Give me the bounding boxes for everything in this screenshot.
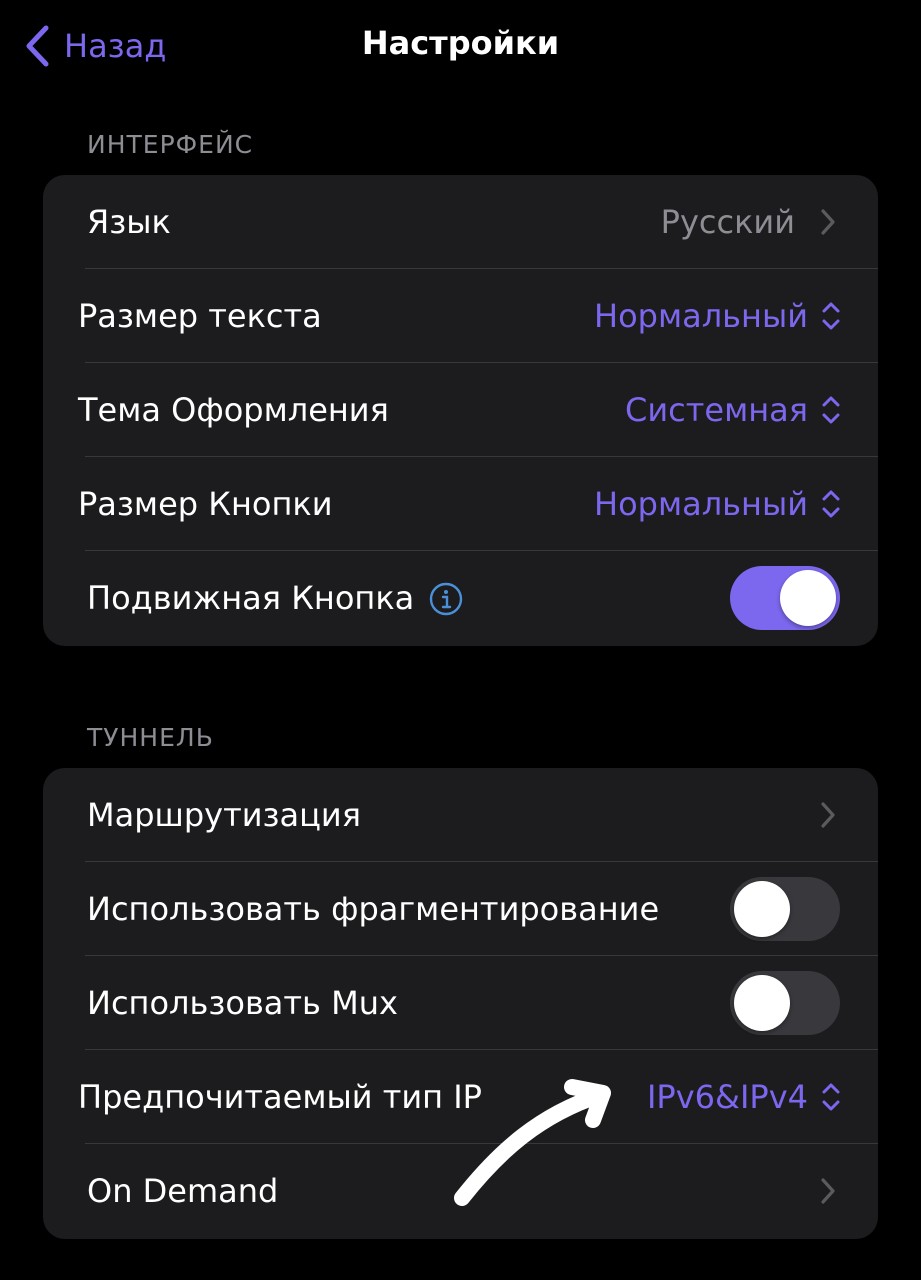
ip-type-label: Предпочитаемый тип IP <box>78 1078 482 1116</box>
button-size-value: Нормальный <box>594 485 808 523</box>
fragmentation-toggle[interactable] <box>730 877 840 941</box>
toggle-knob <box>734 881 790 937</box>
theme-label: Тема Оформления <box>78 391 389 429</box>
language-value: Русский <box>660 203 795 241</box>
toggle-knob <box>734 975 790 1031</box>
chevron-right-icon <box>820 208 836 240</box>
theme-value: Системная <box>625 391 808 429</box>
page-title: Настройки <box>361 24 560 62</box>
interface-group: Язык Русский Размер текста Нормальный Те… <box>43 175 878 646</box>
language-label: Язык <box>87 203 171 241</box>
ip-type-value: IPv6&IPv4 <box>646 1078 808 1116</box>
mux-label: Использовать Mux <box>87 984 398 1022</box>
text-size-value: Нормальный <box>594 297 808 335</box>
chevron-right-icon <box>820 801 836 833</box>
text-size-label: Размер текста <box>78 297 322 335</box>
button-size-row[interactable]: Размер Кнопки Нормальный <box>43 457 878 551</box>
chevron-up-down-icon <box>820 1080 842 1118</box>
mux-toggle[interactable] <box>730 971 840 1035</box>
chevron-up-down-icon <box>820 299 842 337</box>
movable-button-row: Подвижная Кнопка <box>43 551 878 645</box>
chevron-up-down-icon <box>820 393 842 431</box>
navigation-bar: Назад Настройки <box>0 0 921 92</box>
language-row[interactable]: Язык Русский <box>43 175 878 269</box>
movable-button-toggle[interactable] <box>730 566 840 630</box>
chevron-right-icon <box>820 1177 836 1209</box>
tunnel-group: Маршрутизация Использовать фрагментирова… <box>43 768 878 1239</box>
routing-label: Маршрутизация <box>87 796 361 834</box>
section-header-interface: ИНТЕРФЕЙС <box>87 130 254 159</box>
info-circle-icon[interactable] <box>429 582 463 620</box>
fragmentation-row: Использовать фрагментирование <box>43 862 878 956</box>
movable-button-label: Подвижная Кнопка <box>87 579 415 617</box>
text-size-row[interactable]: Размер текста Нормальный <box>43 269 878 363</box>
chevron-up-down-icon <box>820 487 842 525</box>
toggle-knob <box>780 570 836 626</box>
on-demand-label: On Demand <box>87 1172 279 1210</box>
button-size-label: Размер Кнопки <box>78 485 333 523</box>
ip-type-row[interactable]: Предпочитаемый тип IP IPv6&IPv4 <box>43 1050 878 1144</box>
routing-row[interactable]: Маршрутизация <box>43 768 878 862</box>
theme-row[interactable]: Тема Оформления Системная <box>43 363 878 457</box>
section-header-tunnel: ТУННЕЛЬ <box>87 723 214 752</box>
on-demand-row[interactable]: On Demand <box>43 1144 878 1238</box>
mux-row: Использовать Mux <box>43 956 878 1050</box>
fragmentation-label: Использовать фрагментирование <box>87 890 660 928</box>
